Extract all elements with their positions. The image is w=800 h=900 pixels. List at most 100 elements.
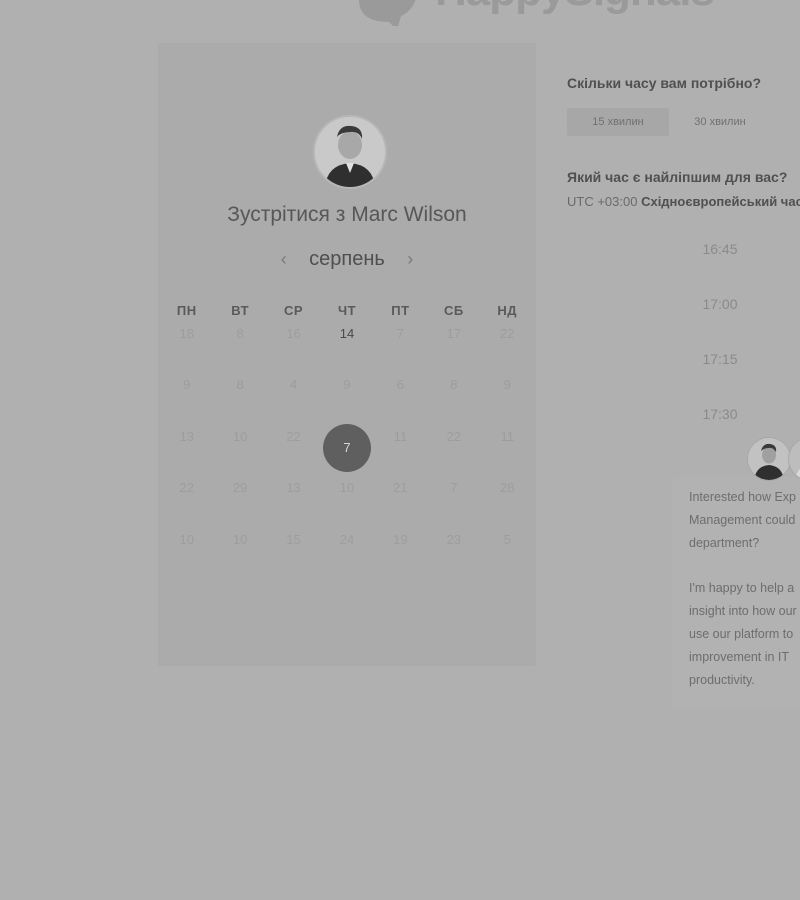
- weekday-label: ПТ: [391, 303, 410, 318]
- chevron-left-icon[interactable]: ‹: [281, 249, 287, 270]
- calendar-day: 10: [160, 532, 213, 583]
- calendar-day-number: 29: [232, 480, 248, 496]
- time-slot-list: 16:45 17:00 17:15 17:30: [665, 228, 775, 448]
- calendar-day-number: 10: [232, 531, 248, 547]
- timezone-offset: UTC +03:00: [567, 194, 638, 209]
- calendar-day: 11: [374, 429, 427, 480]
- calendar-day-number: 14: [339, 326, 355, 341]
- chat-line: use our platform to: [689, 626, 794, 641]
- calendar-day: 13: [160, 429, 213, 480]
- calendar-day: 19: [374, 532, 427, 583]
- month-label: серпень: [309, 248, 385, 270]
- meeting-title: Зустрітися з Marc Wilson: [158, 203, 536, 227]
- calendar-day: 21: [374, 480, 427, 531]
- calendar-day-grid: 18 8 16 14 7 17 22 9 8 4 9 6 8 9 13 10 22 7 11 22 11 22 29 13 10…: [160, 326, 534, 583]
- time-slot[interactable]: 16:45: [665, 228, 775, 270]
- calendar-week-row: 10 10 15 24 19 23 5: [160, 532, 534, 583]
- duration-15-button[interactable]: 15 хвилин: [567, 108, 669, 136]
- calendar-day: 5: [481, 532, 534, 583]
- calendar-day-number: 21: [393, 480, 408, 496]
- calendar-day: 22: [267, 429, 320, 480]
- calendar-day: 8: [427, 377, 480, 428]
- calendar-day-number: 9: [183, 377, 191, 393]
- calendar-day-number: 11: [393, 428, 408, 444]
- calendar-day: 9: [481, 377, 534, 428]
- chat-agent-avatar: [747, 437, 791, 481]
- calendar-day-number: 23: [446, 531, 462, 547]
- calendar-day-number: 7: [450, 480, 458, 496]
- person-photo-icon: [789, 438, 800, 480]
- calendar-day-number: 22: [286, 428, 301, 444]
- calendar-day-number: 13: [179, 428, 194, 444]
- calendar-day: 8: [213, 326, 266, 377]
- duration-30-button[interactable]: 30 хвилин: [669, 108, 771, 136]
- calendar-day: 22: [427, 429, 480, 480]
- calendar-day: 10: [213, 429, 266, 480]
- chat-agent-avatar: [788, 437, 800, 481]
- happysignals-logo: HappySignals: [355, 0, 735, 30]
- weekday-label: ЧТ: [337, 303, 357, 318]
- calendar-day-number: 13: [286, 480, 301, 496]
- calendar-day-number: 9: [503, 377, 511, 393]
- calendar-day-number: 9: [343, 377, 351, 393]
- calendar-day-number: 7: [396, 326, 405, 341]
- chat-agent-avatars[interactable]: [747, 437, 800, 481]
- calendar-day-number: 10: [232, 428, 248, 444]
- calendar-day: 15: [267, 532, 320, 583]
- chevron-right-icon[interactable]: ›: [407, 249, 413, 270]
- selected-day[interactable]: 7: [322, 423, 371, 472]
- person-photo-icon: [315, 117, 385, 187]
- calendar-day: 13: [267, 480, 320, 531]
- time-slot[interactable]: 17:30: [665, 393, 775, 435]
- calendar-day-number: 17: [446, 326, 462, 341]
- calendar-day-number: 10: [339, 480, 355, 496]
- calendar-day-number: 8: [236, 377, 244, 393]
- calendar-week-row: 22 29 13 10 21 7 28: [160, 480, 534, 531]
- calendar-day-number: 11: [500, 428, 514, 444]
- calendar-day: 29: [213, 480, 266, 531]
- calendar-day-number: 22: [500, 326, 515, 341]
- duration-question: Скільки часу вам потрібно?: [567, 75, 762, 91]
- chat-line: insight into how our: [689, 604, 797, 619]
- time-slot[interactable]: 17:15: [665, 338, 775, 380]
- time-slot[interactable]: 17:00: [665, 283, 775, 325]
- chat-paragraph: Interested how Exp Management could depa…: [689, 486, 800, 554]
- chat-paragraph: I'm happy to help a insight into how our…: [689, 577, 800, 691]
- calendar-day[interactable]: 7: [320, 423, 373, 480]
- calendar-day-number: 19: [393, 531, 408, 547]
- timezone-name: Східноєвропейський час: [641, 194, 800, 209]
- calendar-day-number: 10: [179, 531, 194, 547]
- host-avatar: [313, 115, 387, 189]
- calendar-day-number: 6: [396, 377, 405, 393]
- calendar-day: 16: [267, 326, 320, 377]
- chat-line: productivity.: [689, 672, 755, 687]
- month-navigation: ‹ серпень ›: [158, 248, 536, 272]
- chat-line: department?: [689, 535, 760, 550]
- calendar-day-number: 15: [286, 531, 301, 547]
- weekday-label: СБ: [443, 303, 464, 318]
- calendar-day: 22: [481, 326, 534, 377]
- duration-options: 15 хвилин 30 хвилин: [567, 108, 771, 136]
- person-photo-icon: [748, 438, 790, 480]
- brand-name: HappySignals: [435, 0, 715, 16]
- calendar-day-number: 28: [500, 480, 515, 496]
- calendar-card: Зустрітися з Marc Wilson ‹ серпень › ПН …: [158, 43, 536, 666]
- weekday-label: ВТ: [231, 303, 250, 318]
- meeting-title-prefix: Зустрітися з: [227, 203, 346, 226]
- calendar-day-number: 5: [503, 531, 511, 547]
- calendar-week-row: 9 8 4 9 6 8 9: [160, 377, 534, 428]
- calendar-day-number: 22: [179, 480, 194, 496]
- calendar-day: 7: [374, 326, 427, 377]
- calendar-week-row: 18 8 16 14 7 17 22: [160, 326, 534, 377]
- timezone-label[interactable]: UTC +03:00 Східноєвропейський час: [567, 194, 800, 209]
- weekday-label: СР: [284, 303, 304, 318]
- chat-line: improvement in IT: [689, 649, 790, 664]
- calendar-day: 7: [427, 480, 480, 531]
- calendar-day: 10: [213, 532, 266, 583]
- calendar-day-number: 4: [289, 377, 298, 393]
- calendar-day: 24: [320, 532, 373, 583]
- weekday-header: ПН ВТ СР ЧТ ПТ СБ НД: [160, 303, 534, 318]
- host-name: Marc Wilson: [351, 203, 467, 226]
- calendar-day[interactable]: 14: [320, 326, 373, 377]
- calendar-day: 22: [160, 480, 213, 531]
